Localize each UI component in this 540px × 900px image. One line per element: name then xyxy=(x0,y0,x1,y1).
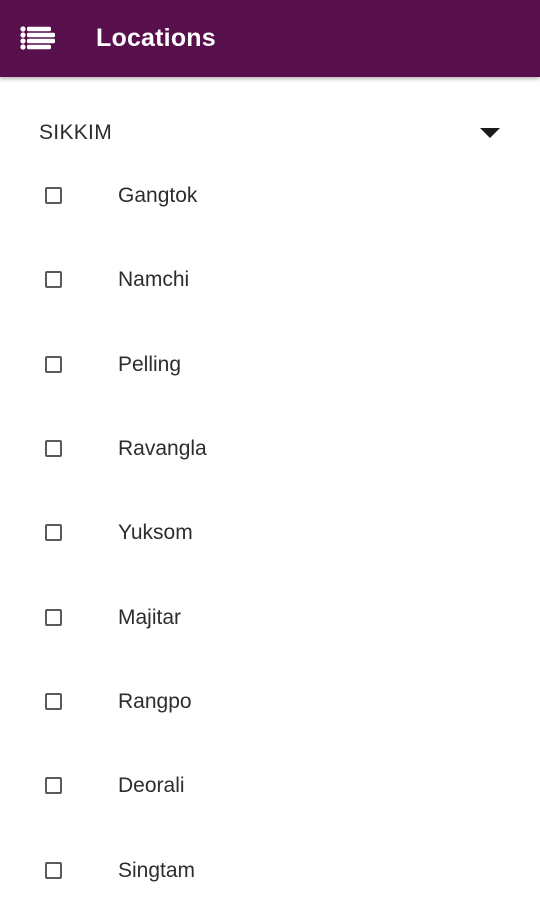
location-label: Deorali xyxy=(118,774,185,797)
location-checkbox[interactable] xyxy=(45,777,62,794)
location-checkbox[interactable] xyxy=(45,693,62,710)
location-label: Pelling xyxy=(118,353,182,376)
location-checkbox[interactable] xyxy=(45,524,62,541)
location-item-pelling[interactable]: Pelling xyxy=(0,338,540,394)
location-label: Rangpo xyxy=(118,690,192,713)
location-item-deorali[interactable]: Deorali xyxy=(0,759,540,815)
location-checkbox[interactable] xyxy=(45,862,62,879)
list-menu-icon xyxy=(20,26,55,50)
app-bar: Locations xyxy=(0,0,540,77)
location-item-ravangla[interactable]: Ravangla xyxy=(0,422,540,478)
location-label: Singtam xyxy=(118,859,196,882)
location-checkbox[interactable] xyxy=(45,609,62,626)
location-checkbox[interactable] xyxy=(45,356,62,373)
menu-button[interactable] xyxy=(14,18,62,58)
location-checkbox[interactable] xyxy=(45,271,62,288)
location-label: Gangtok xyxy=(118,184,198,207)
location-label: Yuksom xyxy=(118,521,193,544)
region-dropdown[interactable]: SIKKIM xyxy=(0,113,540,153)
locations-content: SIKKIM Gangtok Namchi Pelling Ravangla Y… xyxy=(0,77,540,900)
location-item-gangtok[interactable]: Gangtok xyxy=(0,169,540,225)
location-item-yuksom[interactable]: Yuksom xyxy=(0,506,540,562)
page-title: Locations xyxy=(96,24,216,52)
caret-down-icon xyxy=(480,128,500,138)
location-item-namchi[interactable]: Namchi xyxy=(0,253,540,309)
location-checkbox[interactable] xyxy=(45,187,62,204)
location-checkbox[interactable] xyxy=(45,440,62,457)
location-label: Ravangla xyxy=(118,437,207,460)
location-label: Majitar xyxy=(118,606,182,629)
location-label: Namchi xyxy=(118,268,190,291)
location-item-majitar[interactable]: Majitar xyxy=(0,591,540,647)
location-item-rangpo[interactable]: Rangpo xyxy=(0,675,540,731)
region-name: SIKKIM xyxy=(39,121,112,144)
location-item-singtam[interactable]: Singtam xyxy=(0,844,540,900)
